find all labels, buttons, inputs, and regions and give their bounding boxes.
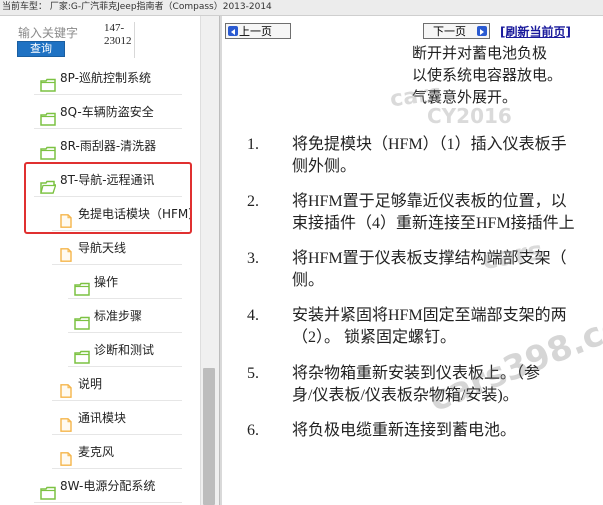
tree-item-label: 麦克风 (78, 445, 115, 459)
step-text-line: 将负极电缆重新连接到蓄电池。 (292, 422, 517, 439)
step-number: 4. (247, 307, 259, 324)
step-text-line: 将免提模块（HFM）（1）插入仪表板手 (292, 136, 567, 153)
folder-icon (74, 275, 90, 296)
step-text-line: 安装并紧固将HFM固定至端部支架的两 (292, 307, 567, 324)
step-text: 将HFM置于仪表板支撑结构端部支架（ 侧。 (292, 248, 567, 292)
tree-item-label: 导航天线 (78, 241, 127, 255)
step-text: 将负极电缆重新连接到蓄电池。 (292, 420, 516, 442)
tree-item-label: 说明 (78, 377, 103, 391)
document-code-line2: 23012 (104, 35, 132, 47)
folder-icon (74, 309, 90, 330)
tree-item-label: 8W-电源分配系统 (60, 479, 156, 493)
step-text-line: 束接插件（4）重新连接至HFM接插件上 (292, 215, 575, 232)
step-number: 6. (247, 422, 259, 439)
tree-item[interactable]: 标准步骤 (0, 299, 200, 333)
folder-icon (40, 71, 56, 92)
tree-item[interactable]: 操作 (0, 265, 200, 299)
tree-item-label: 8R-雨刮器-清洗器 (60, 139, 157, 153)
folder-icon (40, 105, 56, 126)
tree-item[interactable]: 8Q-车辆防盗安全 (0, 95, 200, 129)
folder-icon (40, 139, 56, 160)
previous-page-label: 上一页 (239, 25, 272, 38)
step-text: 将免提模块（HFM）（1）插入仪表板手 侧外侧。 (292, 134, 567, 178)
arrow-left-icon (228, 26, 238, 36)
tree-item[interactable]: 麦克风 (0, 435, 200, 469)
left-panel: 查询 147- 23012 8P-巡航控制系统 8Q-车辆防盗安全 8R-雨刮器-清… (0, 16, 220, 505)
intro-line: 气囊意外展开。 (412, 90, 518, 106)
step-text-line: 侧外侧。 (292, 158, 357, 175)
navigation-tree: 8P-巡航控制系统 8Q-车辆防盗安全 8R-雨刮器-清洗器 8T-导航-远程通讯 免提… (0, 61, 200, 503)
tree-item[interactable]: 导航天线 (0, 231, 200, 265)
tree-item[interactable]: 说明 (0, 367, 200, 401)
step-text-line: 将杂物箱重新安装到仪表板上。（参 (292, 365, 541, 382)
search-area: 查询 147- 23012 (0, 16, 200, 62)
tree-item[interactable]: 8W-电源分配系统 (0, 469, 200, 503)
folder-icon (74, 343, 90, 364)
document-icon (58, 411, 74, 432)
document-code: 147- 23012 (104, 22, 135, 58)
intro-text: 断开并对蓄电池负极 以使系统电容器放电。 气囊意外展开。 (412, 43, 562, 109)
selection-highlight (24, 162, 192, 234)
step-text: 安装并紧固将HFM固定至端部支架的两 （2）。 锁紧固定螺钉。 (292, 305, 567, 349)
search-button[interactable]: 查询 (17, 41, 65, 57)
step-number: 2. (247, 193, 259, 210)
refresh-page-link[interactable]: [刷新当前页] (500, 23, 571, 40)
step-text-line: （2）。 锁紧固定螺钉。 (292, 329, 457, 346)
tree-item-label: 操作 (94, 275, 119, 289)
document-icon (58, 241, 74, 262)
row-divider (34, 502, 182, 503)
step-text-line: 身/仪表板/仪表板杂物箱/安装)。 (292, 387, 519, 404)
step-number: 5. (247, 365, 259, 382)
document-icon (58, 377, 74, 398)
intro-line: 断开并对蓄电池负极 (412, 46, 548, 62)
step-text-line: 将HFM置于足够靠近仪表板的位置，以 (292, 193, 567, 210)
tree-item-label: 8P-巡航控制系统 (60, 71, 151, 85)
step-number: 1. (247, 136, 259, 153)
document-code-line1: 147- (104, 22, 125, 34)
step-text: 将HFM置于足够靠近仪表板的位置，以 束接插件（4）重新连接至HFM接插件上 (292, 191, 575, 235)
tree-item[interactable]: 通讯模块 (0, 401, 200, 435)
vehicle-info-bar: 当前车型： 厂家:G-广汽菲克Jeep指南者（Compass）2013-2014 (0, 0, 603, 16)
next-page-button[interactable]: 下一页 (423, 23, 490, 39)
tree-item-label: 诊断和测试 (94, 343, 155, 357)
search-input[interactable] (18, 24, 84, 42)
tree-item-label: 通讯模块 (78, 411, 127, 425)
tree-item-label: 标准步骤 (94, 309, 143, 323)
intro-line: 以使系统电容器放电。 (412, 68, 563, 84)
vehicle-label: 当前车型： 厂家:G-广汽菲克Jeep指南者（Compass）2013-2014 (2, 2, 272, 12)
scrollbar-thumb[interactable] (203, 368, 215, 505)
folder-icon (40, 479, 56, 500)
step-text-line: 将HFM置于仪表板支撑结构端部支架（ (292, 250, 567, 267)
tree-item[interactable]: 8P-巡航控制系统 (0, 61, 200, 95)
next-page-label: 下一页 (433, 25, 466, 38)
step-number: 3. (247, 250, 259, 267)
previous-page-button[interactable]: 上一页 (225, 23, 291, 39)
arrow-right-icon (477, 26, 487, 36)
tree-item[interactable]: 诊断和测试 (0, 333, 200, 367)
document-content: 上一页 下一页 [刷新当前页] 断开并对蓄电池负极 以使系统电容器放电。 气囊意外展… (222, 16, 603, 505)
step-text-line: 侧。 (292, 272, 325, 289)
tree-item-label: 8Q-车辆防盗安全 (60, 105, 154, 119)
document-icon (58, 445, 74, 466)
tree-item[interactable]: 8R-雨刮器-清洗器 (0, 129, 200, 163)
step-text: 将杂物箱重新安装到仪表板上。（参 身/仪表板/仪表板杂物箱/安装)。 (292, 363, 540, 407)
